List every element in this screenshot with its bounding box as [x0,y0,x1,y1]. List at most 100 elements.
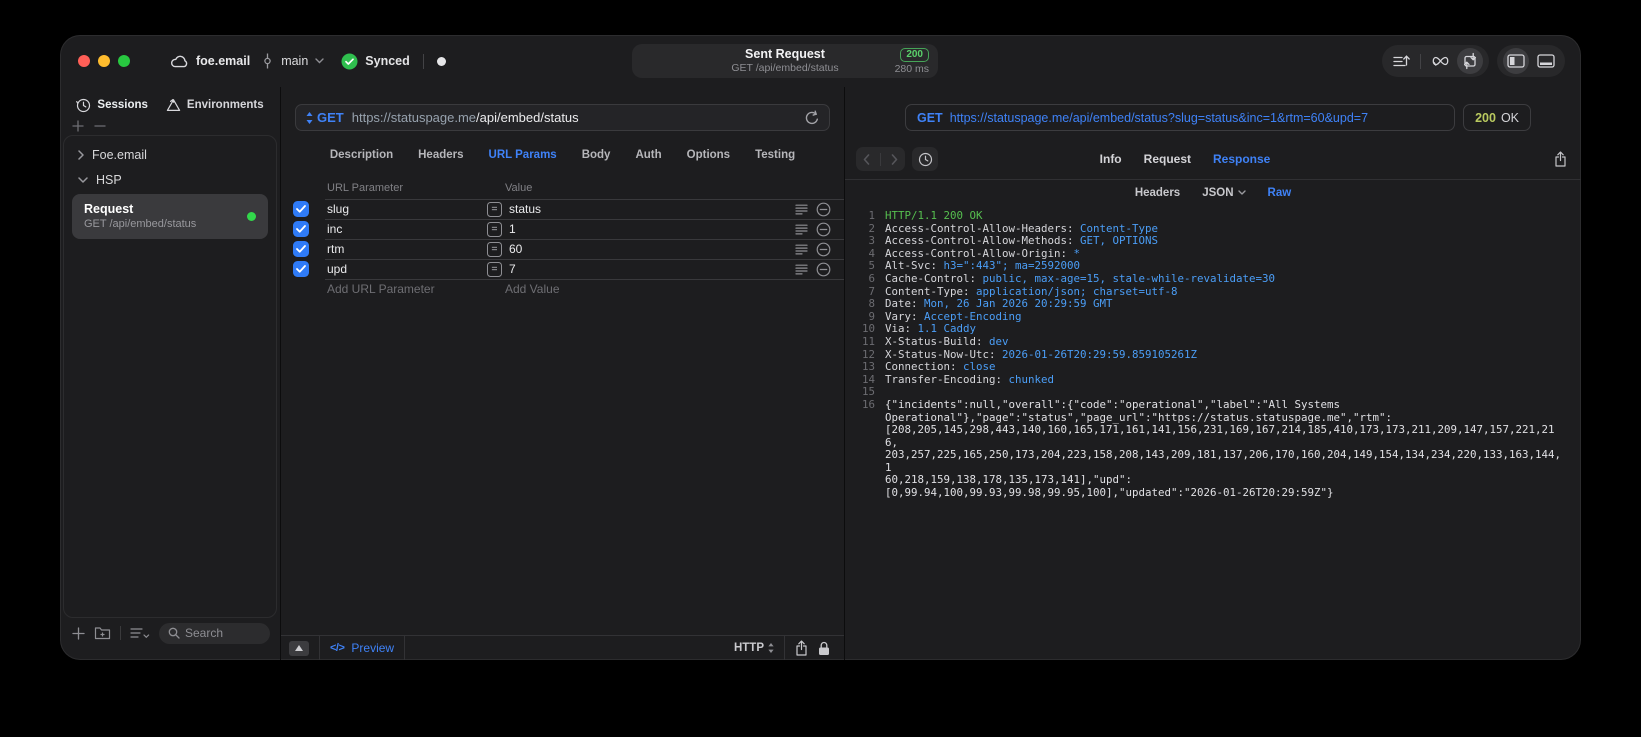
request-tab-options[interactable]: Options [687,149,730,161]
request-tab-description[interactable]: Description [330,149,393,161]
sent-request-method: GET [917,110,943,125]
param-row: inc = 1 [281,219,844,239]
add-param-value[interactable]: Add Value [505,282,560,296]
project-name[interactable]: foe.email [196,54,250,68]
param-options-icon[interactable] [795,264,808,275]
close-window-button[interactable] [78,55,90,67]
chevron-down-icon[interactable] [78,176,88,183]
sidebar-tab-label: Environments [186,99,264,111]
remove-param-icon[interactable] [816,262,831,277]
minimize-window-button[interactable] [98,55,110,67]
project-group: foe.email main Synced [170,35,446,87]
export-list-icon[interactable] [1388,48,1414,74]
param-name-input[interactable]: rtm [327,242,487,256]
tree-item-label: Foe.email [92,147,147,162]
response-tab-request[interactable]: Request [1144,152,1191,166]
response-line: [208,205,145,298,443,140,160,165,171,161… [885,423,1555,449]
sidebar-tab-environments[interactable]: Environments [166,98,264,112]
history-nav-buttons [856,147,905,171]
add-icon[interactable] [72,120,84,132]
response-subtab-raw[interactable]: Raw [1268,187,1292,199]
export-response-icon[interactable] [1554,151,1567,167]
chevron-down-icon [1237,190,1246,195]
response-tab-info[interactable]: Info [1100,152,1122,166]
request-tab-body[interactable]: Body [582,149,611,161]
param-value-input[interactable]: 1 [509,222,516,236]
request-url[interactable]: https://statuspage.me/api/embed/status [352,110,579,125]
sort-options-icon[interactable] [130,627,150,639]
request-url-bar[interactable]: GET https://statuspage.me/api/embed/stat… [295,104,830,131]
param-enabled-checkbox[interactable] [293,261,309,277]
params-rows: slug = status inc = 1 rtm = 60 upd = 7 [281,199,844,279]
param-enabled-checkbox[interactable] [293,221,309,237]
request-duration: 280 ms [894,63,929,75]
param-enabled-checkbox[interactable] [293,241,309,257]
share-icon[interactable] [795,640,808,656]
response-subtab-json[interactable]: JSON [1202,187,1246,199]
lock-icon[interactable] [818,641,830,656]
protocol-label: HTTP [733,642,764,654]
method-stepper-icon[interactable] [306,111,313,124]
param-enabled-checkbox[interactable] [293,201,309,217]
equals-operator-icon: = [487,261,502,277]
param-name-input[interactable]: slug [327,202,487,216]
session-status-pill[interactable]: Sent Request GET /api/embed/status 200 2… [632,44,938,78]
remove-param-icon[interactable] [816,202,831,217]
param-value-input[interactable]: 60 [509,242,522,256]
param-options-icon[interactable] [795,224,808,235]
expand-panel-button[interactable] [289,640,309,656]
toggle-left-panel-icon[interactable] [1503,48,1529,74]
sidebar-tab-sessions[interactable]: Sessions [76,98,148,113]
sent-request-url: https://statuspage.me/api/embed/status?s… [949,110,1369,125]
param-row: slug = status [281,199,844,219]
code-preview-button[interactable]: </> Preview [330,641,394,655]
protocol-select[interactable]: HTTP [734,642,774,654]
zoom-window-button[interactable] [118,55,130,67]
param-name-input[interactable]: upd [327,262,487,276]
response-pane: GET https://statuspage.me/api/embed/stat… [845,87,1581,660]
history-clock-icon[interactable] [912,147,938,171]
chevron-right-icon[interactable] [78,149,84,160]
flow-arrows-icon[interactable] [1427,48,1453,74]
back-icon[interactable] [863,153,870,165]
request-method[interactable]: GET [317,110,344,125]
response-raw-body[interactable]: 1 HTTP/1.1 200 OK 2 Access-Control-Allow-He… [845,205,1581,500]
param-name-input[interactable]: inc [327,222,487,236]
param-value-input[interactable]: 7 [509,262,516,276]
branch-icon [263,53,272,69]
remove-param-icon[interactable] [816,222,831,237]
sync-status[interactable]: Synced [365,54,409,68]
toggle-bottom-panel-icon[interactable] [1533,48,1559,74]
request-tab-url-params[interactable]: URL Params [489,149,557,161]
param-options-icon[interactable] [795,204,808,215]
request-tab-testing[interactable]: Testing [755,149,795,161]
response-tab-response[interactable]: Response [1213,152,1270,166]
resend-request-icon[interactable] [805,110,819,125]
sync-check-icon [341,53,358,70]
sent-request-url-box[interactable]: GET https://statuspage.me/api/embed/stat… [905,104,1456,131]
url-path: /api/embed/status [476,110,579,125]
forward-icon[interactable] [891,153,898,165]
branch-name[interactable]: main [281,54,308,68]
response-status-text: OK [1500,110,1519,125]
remove-param-icon[interactable] [816,242,831,257]
add-folder-icon[interactable] [94,626,111,640]
add-request-icon[interactable] [72,626,85,640]
tree-item-hsp[interactable]: HSP [70,167,270,192]
add-param-name[interactable]: Add URL Parameter [327,282,505,296]
request-tab-auth[interactable]: Auth [635,149,661,161]
request-list-item[interactable]: Request GET /api/embed/status [72,194,268,239]
request-tab-headers[interactable]: Headers [418,149,463,161]
tree-item-foe-email[interactable]: Foe.email [70,142,270,167]
search-input[interactable] [185,626,261,640]
add-param-row[interactable]: Add URL Parameter Add Value [281,279,844,299]
sessions-tree: Foe.email HSP [70,142,270,192]
sidebar-search[interactable] [159,622,270,644]
remove-icon[interactable] [94,120,106,132]
chevron-down-icon[interactable] [315,58,324,64]
param-value-input[interactable]: status [509,202,541,216]
sidebar-add-remove [60,117,280,135]
send-receive-icon[interactable] [1457,48,1483,74]
param-options-icon[interactable] [795,244,808,255]
response-subtab-headers[interactable]: Headers [1135,187,1180,199]
